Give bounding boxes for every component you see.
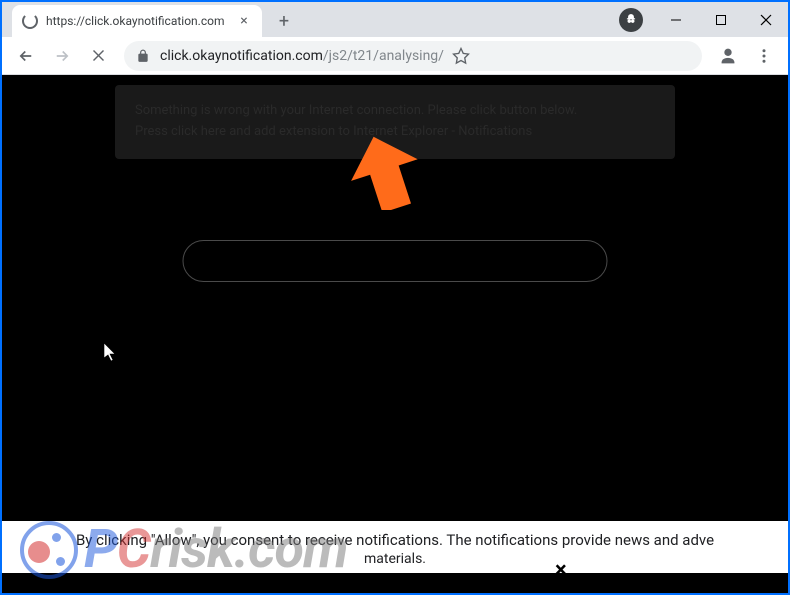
url-domain: click.okaynotification.com: [160, 48, 323, 64]
banner-line-2: Press click here and add extension to In…: [135, 122, 655, 143]
minimize-button[interactable]: [653, 5, 698, 35]
window-controls: [653, 2, 788, 37]
tab-title: https://click.okaynotification.com: [46, 14, 230, 28]
loading-spinner-icon: [22, 13, 38, 29]
close-window-button[interactable]: [743, 5, 788, 35]
stop-reload-button[interactable]: [82, 40, 114, 72]
forward-button: [46, 40, 78, 72]
cursor-icon: [104, 343, 118, 363]
address-bar[interactable]: click.okaynotification.com/js2/t21/analy…: [124, 41, 702, 71]
consent-subtext: materials.: [364, 551, 426, 567]
browser-window: https://click.okaynotification.com × + c…: [2, 2, 788, 593]
close-tab-button[interactable]: ×: [236, 13, 252, 29]
url-text: click.okaynotification.com/js2/t21/analy…: [160, 48, 444, 64]
menu-button[interactable]: [748, 40, 780, 72]
incognito-icon: [619, 8, 643, 32]
title-bar: https://click.okaynotification.com × +: [2, 2, 788, 37]
new-tab-button[interactable]: +: [270, 7, 298, 35]
page-content: Something is wrong with your Internet co…: [2, 75, 788, 593]
toolbar: click.okaynotification.com/js2/t21/analy…: [2, 37, 788, 75]
page-banner: Something is wrong with your Internet co…: [115, 85, 675, 159]
lock-icon: [136, 49, 150, 63]
banner-line-1: Something is wrong with your Internet co…: [135, 101, 655, 122]
browser-tab[interactable]: https://click.okaynotification.com ×: [12, 5, 262, 37]
url-path: /js2/t21/analysing/: [323, 48, 444, 64]
maximize-button[interactable]: [698, 5, 743, 35]
back-button[interactable]: [10, 40, 42, 72]
bookmark-star-icon[interactable]: [452, 47, 470, 65]
consent-bar: By clicking "Allow", you consent to rece…: [2, 521, 788, 573]
consent-close-button[interactable]: ×: [555, 558, 567, 583]
consent-text: By clicking "Allow", you consent to rece…: [76, 531, 714, 549]
pill-button[interactable]: [183, 240, 608, 282]
profile-button[interactable]: [712, 40, 744, 72]
